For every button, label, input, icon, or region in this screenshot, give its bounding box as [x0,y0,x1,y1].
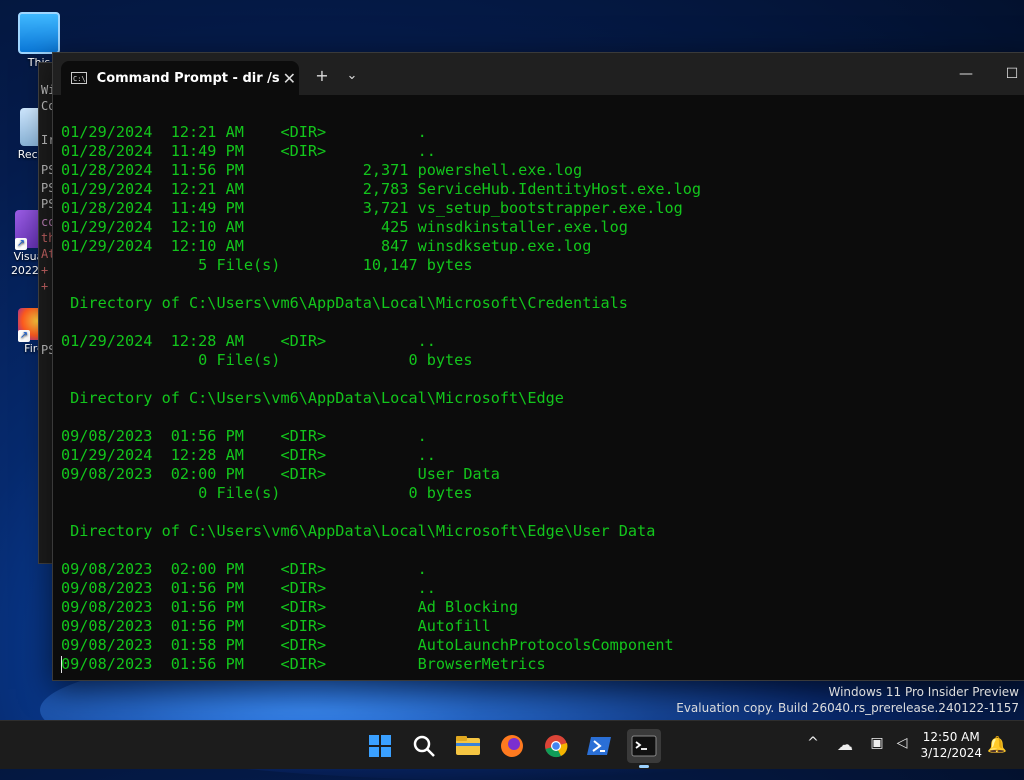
terminal-line: 09/08/2023 01:56 PM <DIR> BrowserMetrics [61,655,546,673]
system-clock[interactable]: 12:50 AM 3/12/2024 [920,729,982,761]
volume-muted-icon[interactable]: ◁ [891,735,913,751]
terminal-line: 01/28/2024 11:49 PM 3,721 vs_setup_boots… [61,199,683,217]
file-explorer-icon [456,736,480,755]
powershell-taskbar-button[interactable] [583,729,617,763]
start-icon [369,735,391,757]
terminal-line: Directory of C:\Users\vm6\AppData\Local\… [61,294,628,312]
powershell-icon [587,737,611,755]
taskbar: ^ ☁ ▣ ◁ 12:50 AM 3/12/2024 🔔 [0,720,1024,769]
terminal-line: 01/29/2024 12:28 AM <DIR> .. [61,332,436,350]
watermark-line-1: Windows 11 Pro Insider Preview [828,685,1019,699]
terminal-line: 01/28/2024 11:56 PM 2,371 powershell.exe… [61,161,583,179]
notification-bell-icon[interactable]: 🔔 [986,735,1008,754]
watermark-line-2: Evaluation copy. Build 26040.rs_prerelea… [676,701,1019,715]
terminal-line: 01/29/2024 12:21 AM <DIR> . [61,123,427,141]
text-cursor [61,656,62,673]
onedrive-offline-icon[interactable]: ☁ [834,735,856,754]
terminal-output[interactable]: 01/29/2024 12:21 AM <DIR> . 01/28/2024 11… [53,95,1024,680]
minimize-button[interactable]: — [943,59,989,89]
shortcut-arrow-icon: ↗ [18,330,30,342]
clock-date: 3/12/2024 [920,746,982,760]
terminal-line: 09/08/2023 01:58 PM <DIR> AutoLaunchProt… [61,636,674,654]
tab-title: Command Prompt - dir /s [96,70,280,86]
firefox-icon [501,735,523,757]
terminal-icon [631,735,657,757]
firefox-taskbar-button[interactable] [495,729,529,763]
terminal-line: 09/08/2023 01:56 PM <DIR> Autofill [61,617,491,635]
chrome-icon [545,735,568,758]
terminal-line: 01/28/2024 11:49 PM <DIR> .. [61,142,436,160]
network-icon[interactable]: ▣ [866,735,888,751]
terminal-taskbar-button[interactable] [627,729,661,768]
chrome-taskbar-button[interactable] [539,729,573,763]
monitor-icon [18,12,60,54]
terminal-line: 09/08/2023 01:56 PM <DIR> . [61,427,427,445]
tray-overflow-chevron-icon[interactable]: ^ [802,735,824,751]
terminal-line: 0 File(s) 0 bytes [61,484,473,502]
command-prompt-icon: C:\ [71,72,87,84]
bg-text: + [41,279,49,293]
terminal-line: 09/08/2023 01:56 PM <DIR> .. [61,579,436,597]
file-explorer-button[interactable] [451,729,485,763]
shortcut-arrow-icon: ↗ [15,238,27,250]
terminal-window[interactable]: C:\ Command Prompt - dir /s ✕ + ⌄ — ☐ 01… [52,52,1024,681]
terminal-line: 01/29/2024 12:10 AM 425 winsdkinstaller.… [61,218,628,236]
terminal-line: 01/29/2024 12:21 AM 2,783 ServiceHub.Ide… [61,180,702,198]
terminal-line: 09/08/2023 01:56 PM <DIR> Ad Blocking [61,598,519,616]
terminal-line: 01/29/2024 12:28 AM <DIR> .. [61,446,436,464]
search-icon [413,735,435,757]
maximize-button[interactable]: ☐ [989,59,1024,89]
terminal-line: 09/08/2023 02:00 PM <DIR> . [61,560,427,578]
tab-command-prompt[interactable]: C:\ Command Prompt - dir /s ✕ [61,61,299,95]
terminal-line: 01/29/2024 12:10 AM 847 winsdksetup.exe.… [61,237,592,255]
terminal-line: 5 File(s) 10,147 bytes [61,256,473,274]
search-button[interactable] [407,729,441,763]
title-bar[interactable]: C:\ Command Prompt - dir /s ✕ + ⌄ — ☐ [53,53,1024,95]
terminal-line: 0 File(s) 0 bytes [61,351,473,369]
clock-time: 12:50 AM [922,730,980,744]
terminal-line: 09/08/2023 02:00 PM <DIR> User Data [61,465,500,483]
tab-dropdown-button[interactable]: ⌄ [338,63,366,89]
terminal-line: Directory of C:\Users\vm6\AppData\Local\… [61,389,564,407]
start-button[interactable] [363,729,397,763]
terminal-line: Directory of C:\Users\vm6\AppData\Local\… [61,522,656,540]
close-tab-button[interactable]: ✕ [280,69,299,88]
new-tab-button[interactable]: + [308,63,336,89]
bg-text: + [41,263,49,277]
